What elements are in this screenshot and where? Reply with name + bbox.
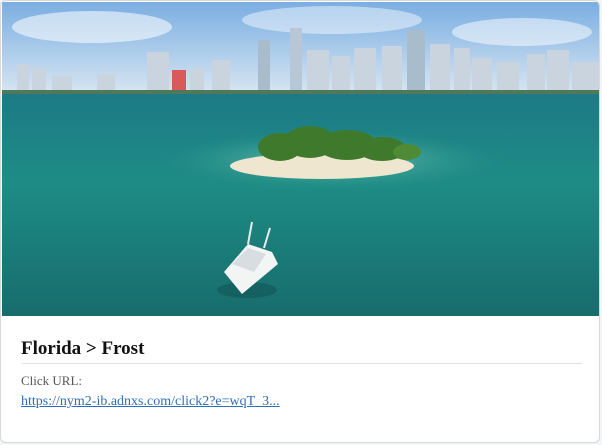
click-url-label: Click URL: (21, 373, 83, 388)
click-url-link[interactable]: https://nym2-ib.adnxs.com/click2?e=wqT_3… (21, 394, 280, 410)
ad-details: Florida > Frost Click URL: https://nym2-… (21, 338, 582, 410)
ad-image[interactable] (2, 2, 600, 316)
ad-preview-card: Florida > Frost Click URL: https://nym2-… (0, 0, 600, 443)
ad-title: Florida > Frost (21, 338, 582, 364)
